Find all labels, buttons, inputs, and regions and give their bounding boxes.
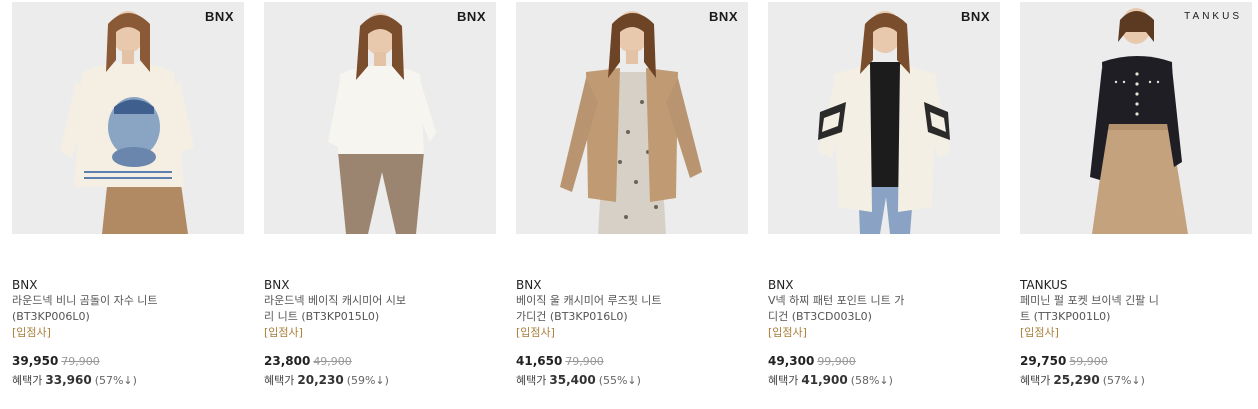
product-image[interactable]: TANKUS <box>1020 2 1252 234</box>
benefit-label: 혜택가 <box>264 374 295 387</box>
product-info: TANKUS 페미닌 펄 포켓 브이넥 긴팔 니 트 (TT3KP001L0) … <box>1020 278 1252 389</box>
brand-logo: BNX <box>457 9 486 24</box>
benefit-label: 혜택가 <box>12 374 43 387</box>
brand-logo: TANKUS <box>1184 11 1242 22</box>
product-card[interactable]: BNX BNX 베이직 울 캐시미어 루즈핏 니트 가디건 (BT3KP016L… <box>516 2 748 402</box>
product-image[interactable]: BNX <box>264 2 496 234</box>
product-image[interactable]: BNX <box>12 2 244 234</box>
product-info: BNX 라운드넥 베이직 캐시미어 시보 리 니트 (BT3KP015L0) [… <box>264 278 496 389</box>
benefit-price: 20,230 <box>297 373 344 387</box>
benefit-price: 41,900 <box>801 373 848 387</box>
sale-price: 23,800 <box>264 354 311 368</box>
product-name-line2[interactable]: 디건 (BT3CD003L0) <box>768 309 1000 325</box>
benefit-row: 혜택가 33,960 (57%↓) <box>12 372 244 389</box>
product-card[interactable]: TANKUS TANKUS 페미닌 펄 포켓 브이넥 긴팔 니 트 (TT3KP… <box>1020 2 1252 402</box>
product-name-line1[interactable]: 라운드넥 베이직 캐시미어 시보 <box>264 293 496 309</box>
sale-price: 29,750 <box>1020 354 1067 368</box>
discount-rate: (57%↓) <box>1102 374 1145 387</box>
sale-price: 41,650 <box>516 354 563 368</box>
model-photo <box>768 2 1000 234</box>
sale-price: 39,950 <box>12 354 59 368</box>
discount-rate: (57%↓) <box>94 374 137 387</box>
price-row: 41,650 79,900 <box>516 353 748 370</box>
model-photo <box>1020 2 1252 234</box>
discount-rate: (58%↓) <box>850 374 893 387</box>
product-card[interactable]: BNX BNX 라운드넥 비니 곰돌이 자수 니트 (BT3KP006L0) [… <box>12 2 244 402</box>
model-photo <box>516 2 748 234</box>
product-brand[interactable]: BNX <box>768 278 1000 292</box>
price-row: 39,950 79,900 <box>12 353 244 370</box>
original-price: 79,900 <box>565 355 604 368</box>
price-row: 29,750 59,900 <box>1020 353 1252 370</box>
product-name-line2[interactable]: (BT3KP006L0) <box>12 309 244 325</box>
benefit-label: 혜택가 <box>1020 374 1051 387</box>
price-row: 49,300 99,900 <box>768 353 1000 370</box>
benefit-price: 33,960 <box>45 373 92 387</box>
original-price: 99,900 <box>817 355 856 368</box>
original-price: 49,900 <box>313 355 352 368</box>
model-photo <box>264 2 496 234</box>
product-name-line1[interactable]: 베이직 울 캐시미어 루즈핏 니트 <box>516 293 748 309</box>
original-price: 59,900 <box>1069 355 1108 368</box>
product-card[interactable]: BNX BNX V넥 하찌 패턴 포인트 니트 가 디건 (BT3CD003L0… <box>768 2 1000 402</box>
discount-rate: (55%↓) <box>598 374 641 387</box>
product-grid: BNX BNX 라운드넥 비니 곰돌이 자수 니트 (BT3KP006L0) [… <box>12 2 1258 402</box>
discount-rate: (59%↓) <box>346 374 389 387</box>
product-card[interactable]: BNX BNX 라운드넥 베이직 캐시미어 시보 리 니트 (BT3KP015L… <box>264 2 496 402</box>
product-info: BNX 베이직 울 캐시미어 루즈핏 니트 가디건 (BT3KP016L0) [… <box>516 278 748 389</box>
store-tag: [입점사] <box>12 326 51 339</box>
benefit-price: 25,290 <box>1053 373 1100 387</box>
product-brand[interactable]: BNX <box>264 278 496 292</box>
brand-logo: BNX <box>709 9 738 24</box>
product-name-line1[interactable]: 라운드넥 비니 곰돌이 자수 니트 <box>12 293 244 309</box>
price-row: 23,800 49,900 <box>264 353 496 370</box>
store-tag: [입점사] <box>516 326 555 339</box>
product-brand[interactable]: BNX <box>516 278 748 292</box>
benefit-label: 혜택가 <box>516 374 547 387</box>
store-tag: [입점사] <box>264 326 303 339</box>
product-name-line1[interactable]: V넥 하찌 패턴 포인트 니트 가 <box>768 293 1000 309</box>
brand-logo: BNX <box>205 9 234 24</box>
model-photo <box>12 2 244 234</box>
benefit-label: 혜택가 <box>768 374 799 387</box>
sale-price: 49,300 <box>768 354 815 368</box>
product-image[interactable]: BNX <box>768 2 1000 234</box>
product-name-line1[interactable]: 페미닌 펄 포켓 브이넥 긴팔 니 <box>1020 293 1252 309</box>
product-brand[interactable]: BNX <box>12 278 244 292</box>
product-info: BNX V넥 하찌 패턴 포인트 니트 가 디건 (BT3CD003L0) [입… <box>768 278 1000 389</box>
store-tag: [입점사] <box>1020 326 1059 339</box>
benefit-row: 혜택가 41,900 (58%↓) <box>768 372 1000 389</box>
product-info: BNX 라운드넥 비니 곰돌이 자수 니트 (BT3KP006L0) [입점사]… <box>12 278 244 389</box>
original-price: 79,900 <box>61 355 100 368</box>
brand-logo: BNX <box>961 9 990 24</box>
product-brand[interactable]: TANKUS <box>1020 278 1252 292</box>
product-name-line2[interactable]: 리 니트 (BT3KP015L0) <box>264 309 496 325</box>
product-name-line2[interactable]: 가디건 (BT3KP016L0) <box>516 309 748 325</box>
product-name-line2[interactable]: 트 (TT3KP001L0) <box>1020 309 1252 325</box>
benefit-row: 혜택가 35,400 (55%↓) <box>516 372 748 389</box>
product-image[interactable]: BNX <box>516 2 748 234</box>
benefit-row: 혜택가 20,230 (59%↓) <box>264 372 496 389</box>
benefit-row: 혜택가 25,290 (57%↓) <box>1020 372 1252 389</box>
store-tag: [입점사] <box>768 326 807 339</box>
benefit-price: 35,400 <box>549 373 596 387</box>
